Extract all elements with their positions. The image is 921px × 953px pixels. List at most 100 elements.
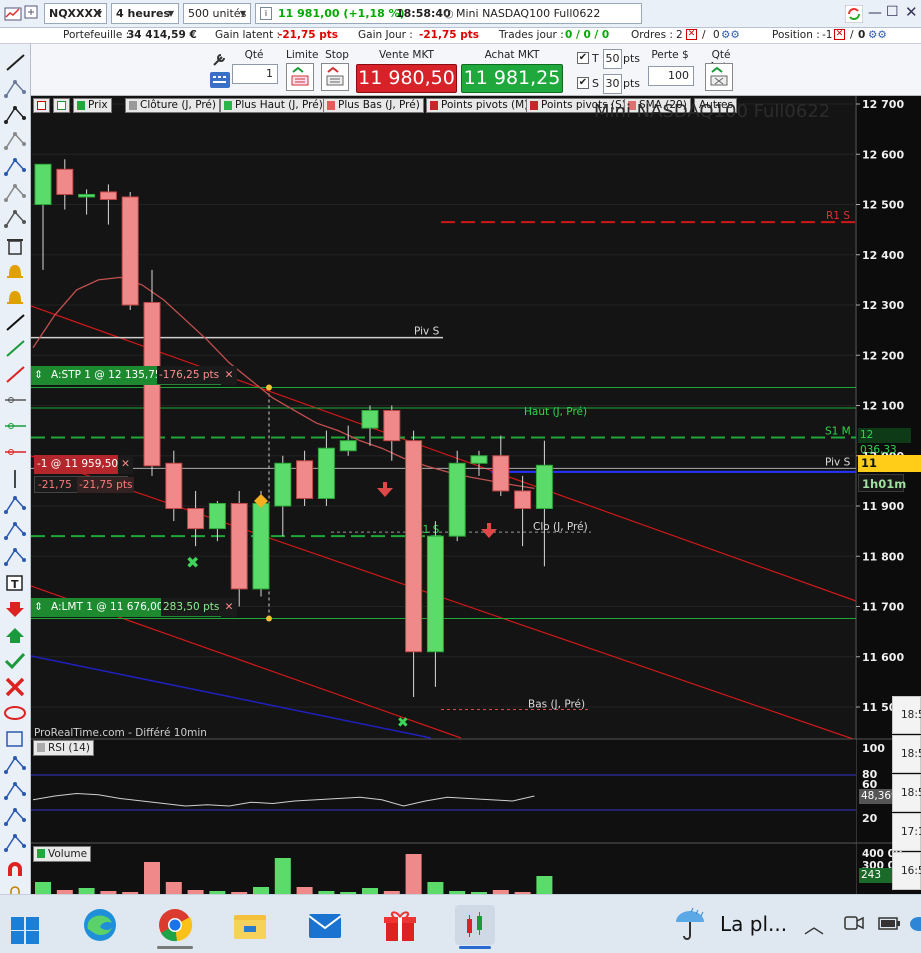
minimize-icon[interactable]: —	[868, 5, 882, 21]
legend-item-4[interactable]: Points pivots (M)	[426, 98, 533, 113]
star-tool-icon[interactable]	[4, 782, 26, 800]
close-icon[interactable]: ✕	[905, 3, 918, 21]
position-tag[interactable]: -1 @ 11 959,50 ✕	[34, 455, 133, 474]
rectangle-tool-icon[interactable]	[6, 731, 23, 747]
cross-tool-icon[interactable]	[5, 677, 25, 697]
copy-tool-icon[interactable]	[4, 184, 26, 202]
line-red-tool-icon[interactable]	[6, 366, 25, 383]
stop-label: Stop	[325, 49, 349, 61]
sell-market-button[interactable]: 11 980,50	[356, 64, 457, 93]
line-green-tool-icon[interactable]	[6, 340, 25, 357]
channel-tool-icon[interactable]	[4, 522, 26, 540]
collapse-icon[interactable]	[33, 98, 50, 113]
lock-tool-icon[interactable]	[9, 886, 21, 903]
file-explorer-icon[interactable]	[230, 905, 270, 945]
start-windows-icon[interactable]	[5, 905, 45, 945]
bell-tool-icon[interactable]	[7, 291, 23, 304]
notification-item[interactable]: 17:1	[892, 813, 921, 851]
legend-item-0[interactable]: Prix	[73, 98, 112, 113]
gear-icon[interactable]: ⚙⚙	[868, 29, 887, 41]
limit-order-tag[interactable]: ⇕ A:LMT 1 @ 11 676,00 283,50 pts ✕	[31, 598, 237, 617]
wrench-icon[interactable]	[210, 52, 230, 68]
gift-app-icon[interactable]	[380, 905, 420, 945]
position-label-chart: -1 @ 11 959,50	[37, 458, 119, 470]
legend-item-3[interactable]: Plus Bas (J, Pré)	[323, 98, 424, 113]
mail-icon[interactable]	[305, 905, 345, 945]
volume-legend[interactable]: Volume	[33, 846, 92, 862]
position-pnl-tag: -21,75 -21,75 pts	[34, 476, 135, 493]
camera-icon[interactable]	[844, 912, 864, 934]
stop-order-tag[interactable]: ⇕ A:STP 1 @ 12 135,75 -176,25 pts ✕	[31, 366, 237, 385]
rsi-legend[interactable]: RSI (14)	[33, 740, 94, 756]
limit-order-button[interactable]	[286, 63, 314, 91]
timeframe-select[interactable]: 4 heures ▼	[111, 3, 179, 24]
expand-icon[interactable]	[24, 5, 42, 23]
sync-icon[interactable]	[844, 4, 864, 24]
pitchfork-tool-icon[interactable]	[4, 808, 26, 826]
hray-red-tool-icon[interactable]	[5, 449, 26, 455]
tools-tool-icon[interactable]	[4, 210, 26, 228]
triangle-glyph	[13, 756, 17, 760]
text-tool-icon[interactable]: T	[6, 575, 23, 591]
weather-rain-icon[interactable]	[672, 906, 708, 942]
maximize-icon[interactable]: ☐	[886, 4, 899, 20]
close-position-icon[interactable]: ✕	[834, 29, 845, 40]
fibonacci-tool-icon[interactable]	[4, 496, 26, 514]
cancel-orders-icon[interactable]: ✕	[686, 29, 697, 40]
stop-input[interactable]: 30	[603, 74, 622, 94]
expand-icon[interactable]	[53, 98, 70, 113]
cloud-icon[interactable]	[909, 912, 921, 934]
notification-item[interactable]: 18:5	[892, 735, 921, 773]
arrow-down-tool-icon[interactable]	[6, 602, 24, 617]
magnet-tool-icon[interactable]	[8, 862, 22, 876]
volume-bar	[144, 862, 160, 894]
legend-item-2[interactable]: Plus Haut (J, Pré)	[220, 98, 327, 113]
ellipse-tool-icon[interactable]	[4, 706, 26, 720]
legend-item-1[interactable]: Clôture (J, Pré)	[125, 98, 220, 113]
channel-glyph	[4, 536, 8, 540]
parallel-tool-icon[interactable]	[4, 548, 26, 566]
stop-checkbox[interactable]: ✔	[577, 77, 589, 89]
units-select[interactable]: 500 unités ▼	[183, 3, 251, 24]
arrow-up-tool-icon[interactable]	[6, 628, 24, 643]
target-checkbox[interactable]: ✔	[577, 52, 589, 64]
keyboard-icon[interactable]	[210, 72, 230, 88]
chevron-up-icon[interactable]: ︿	[804, 910, 824, 939]
pencil-tool-icon[interactable]	[6, 54, 25, 71]
hray-green-tool-icon[interactable]	[5, 423, 26, 429]
hline-tool-icon[interactable]	[5, 397, 26, 403]
close-position-icon[interactable]: ✕	[118, 455, 133, 474]
triangle-tool-icon[interactable]	[4, 756, 26, 774]
target-input[interactable]: 50	[603, 49, 622, 69]
chrome-browser-icon[interactable]	[155, 905, 195, 949]
cancel-limit-order-icon[interactable]: ✕	[221, 598, 237, 617]
perte-input[interactable]: 100	[648, 66, 694, 86]
info-icon[interactable]: i	[260, 7, 272, 20]
gear-icon[interactable]: ⚙⚙	[721, 29, 740, 41]
qte-input[interactable]: 1	[232, 64, 278, 84]
weather-text[interactable]: La pl...	[720, 912, 787, 936]
zoom-tool-icon[interactable]	[4, 106, 26, 124]
edge-browser-icon[interactable]	[80, 905, 120, 945]
symbol-select[interactable]: NQXXXX ▼	[44, 3, 107, 24]
drag-handle-icon[interactable]: ⇕	[34, 598, 43, 616]
stop-order-button[interactable]	[321, 63, 349, 91]
qte-auto-button[interactable]	[705, 63, 733, 91]
trash-tool-icon[interactable]	[7, 239, 23, 255]
line-segment-tool-icon[interactable]	[6, 314, 25, 331]
notification-item[interactable]: 18:5	[892, 696, 921, 734]
notification-item[interactable]: 16:5	[892, 852, 921, 890]
drag-handle-icon[interactable]: ⇕	[34, 366, 43, 384]
notification-item[interactable]: 18:5	[892, 774, 921, 812]
prorealtime-app-icon[interactable]	[455, 905, 495, 949]
checkmark-tool-icon[interactable]	[4, 652, 26, 670]
buy-market-button[interactable]: 11 981,25	[461, 64, 563, 93]
bell-alert-tool-icon[interactable]	[7, 265, 23, 278]
cursor-tool-icon[interactable]	[4, 80, 26, 98]
crosshair-tool-icon[interactable]	[4, 158, 26, 176]
bell-alert-glyph	[7, 276, 23, 278]
ruler-tool-icon[interactable]	[4, 132, 26, 150]
undo-tool-icon[interactable]	[4, 834, 26, 852]
battery-plug-icon[interactable]	[877, 912, 901, 934]
cancel-stop-order-icon[interactable]: ✕	[221, 366, 237, 385]
